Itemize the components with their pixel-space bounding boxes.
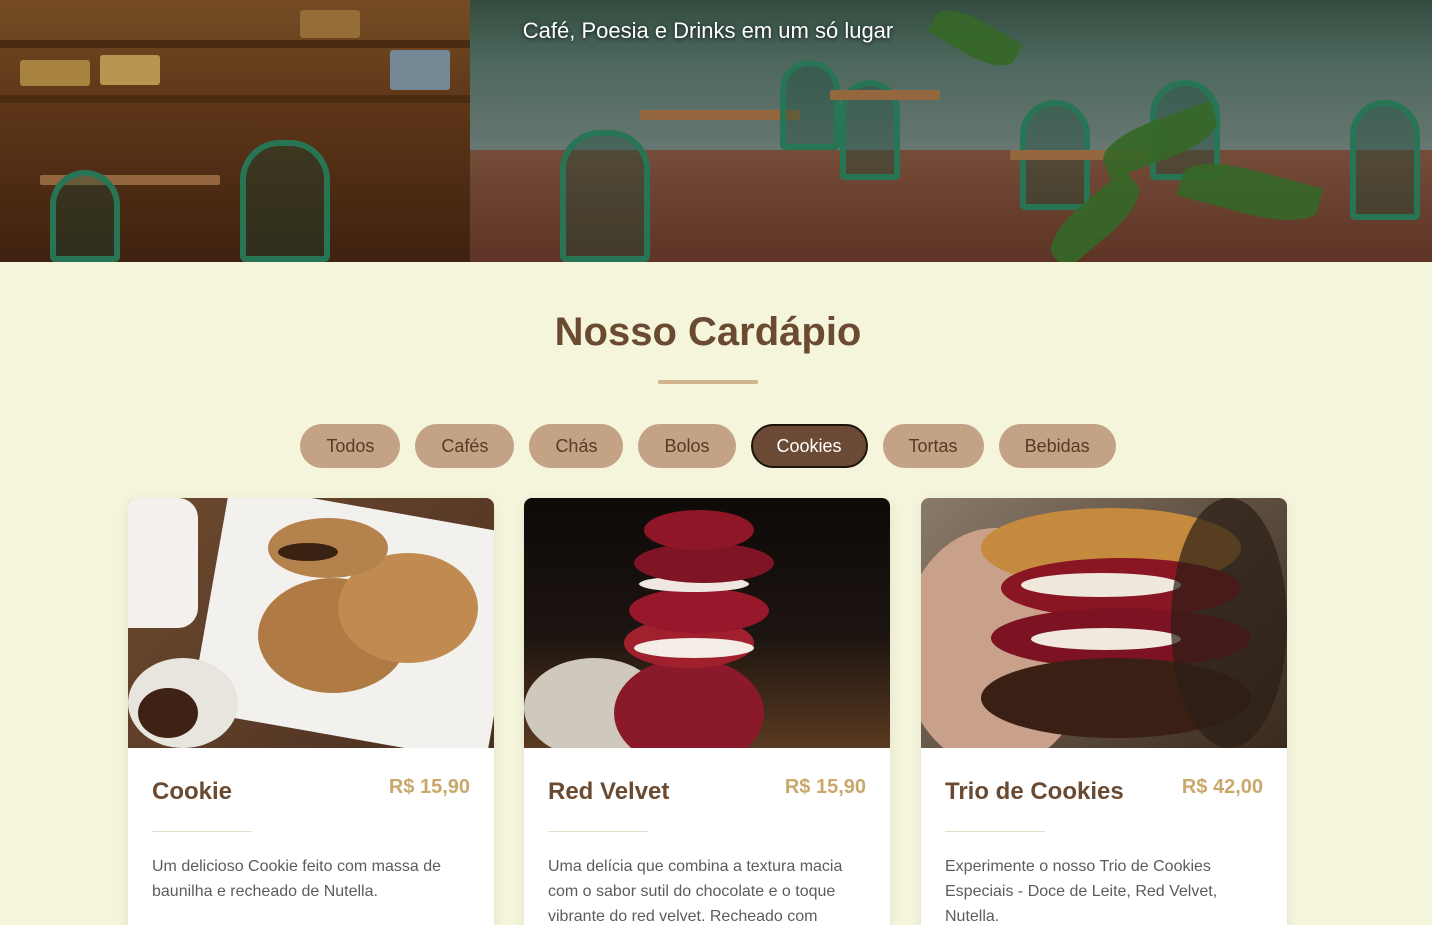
- item-name: Red Velvet: [548, 778, 670, 805]
- item-divider: [152, 831, 252, 832]
- filter-tortas-button[interactable]: Tortas: [882, 424, 984, 468]
- menu-title: Nosso Cardápio: [554, 310, 862, 354]
- item-description: Uma delícia que combina a textura macia …: [548, 858, 843, 925]
- filter-cookies-button[interactable]: Cookies: [750, 424, 868, 468]
- filter-bolos-button[interactable]: Bolos: [638, 424, 736, 468]
- filter-cafes-button[interactable]: Cafés: [415, 424, 515, 468]
- item-price: R$ 15,90: [784, 776, 866, 798]
- item-description: Um delicioso Cookie feito com massa de b…: [152, 858, 442, 900]
- item-divider: [548, 831, 648, 832]
- item-price: R$ 15,90: [388, 776, 470, 798]
- item-name: Cookie: [152, 778, 233, 805]
- red-velvet-image: [524, 498, 890, 748]
- hero-banner: Café, Poesia e Drinks em um só lugar: [0, 0, 1432, 262]
- item-name: Trio de Cookies: [945, 778, 1124, 805]
- cookie-image: [128, 498, 494, 748]
- item-divider: [945, 831, 1045, 832]
- filter-chas-button[interactable]: Chás: [529, 424, 624, 468]
- item-description: Experimente o nosso Trio de Cookies Espe…: [945, 858, 1218, 925]
- trio-de-cookies-image: [921, 498, 1287, 748]
- menu-item-card[interactable]: Cookie R$ 15,90 Um delicioso Cookie feit…: [128, 498, 494, 925]
- menu-item-card[interactable]: Trio de Cookies R$ 42,00 Experimente o n…: [921, 498, 1287, 925]
- menu-item-card[interactable]: Red Velvet R$ 15,90 Uma delícia que comb…: [524, 498, 890, 925]
- title-underline: [658, 380, 758, 384]
- filter-todos-button[interactable]: Todos: [300, 424, 401, 468]
- category-filters: Todos Cafés Chás Bolos Cookies Tortas Be…: [0, 424, 1416, 468]
- item-price: R$ 42,00: [1181, 776, 1263, 798]
- hero-tagline: Café, Poesia e Drinks em um só lugar: [522, 18, 894, 43]
- filter-bebidas-button[interactable]: Bebidas: [998, 424, 1116, 468]
